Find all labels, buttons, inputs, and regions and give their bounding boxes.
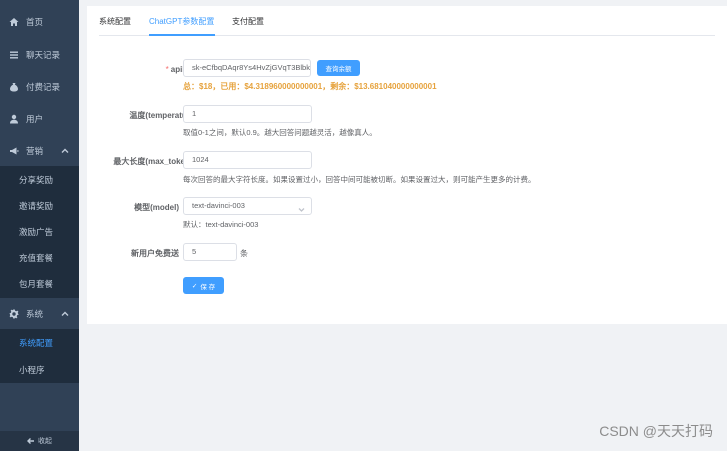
save-button[interactable]: ✓ 保 存	[183, 277, 224, 294]
sidebar-item-label: 聊天记录	[26, 50, 61, 60]
sidebar-item-label: 付费记录	[26, 82, 61, 92]
tab-chatgpt-params[interactable]: ChatGPT参数配置	[149, 16, 214, 27]
sidebar-item-label: 营销	[26, 146, 44, 156]
free-label: 新用户免费送	[131, 249, 179, 258]
model-hint: 默认：text-davinci-003	[183, 220, 259, 229]
config-card: 系统配置 ChatGPT参数配置 支付配置 *apiKey sk-eCfbqDA…	[87, 6, 727, 324]
temperature-hint: 取值0-1之间，默认0.9。越大回答问题越灵活，越像真人。	[183, 128, 377, 137]
sidebar-subitem-invite-reward[interactable]: 邀请奖励	[0, 192, 79, 219]
max-tokens-label: 最大长度(max_tokens)	[113, 157, 197, 166]
collapse-button[interactable]: 收起	[0, 431, 79, 451]
sidebar-item-users[interactable]: 用户	[0, 104, 79, 134]
sidebar-item-marketing[interactable]: 营销	[0, 136, 79, 166]
sidebar-item-label: 用户	[26, 114, 44, 124]
sidebar-subitem-share-reward[interactable]: 分享奖励	[0, 166, 79, 193]
chevron-down-icon	[298, 203, 305, 212]
max-tokens-hint: 每次回答的最大字符长度。如果设置过小，回答中间可能被切断。如果设置过大，则可能产…	[183, 175, 536, 184]
sidebar-item-chat-records[interactable]: 聊天记录	[0, 40, 79, 70]
temperature-label: 温度(temperature)	[129, 111, 197, 120]
user-icon	[9, 114, 19, 124]
list-icon	[9, 50, 19, 60]
sidebar-item-label: 首页	[26, 17, 44, 27]
save-label: 保 存	[200, 283, 216, 291]
money-bag-icon	[9, 82, 19, 92]
model-select[interactable]: text-davinci-003	[183, 197, 312, 215]
sidebar-item-home[interactable]: 首页	[0, 7, 79, 37]
active-tab-indicator	[149, 34, 215, 36]
query-balance-button[interactable]: 查询余额	[317, 60, 360, 76]
model-select-value: text-davinci-003	[192, 201, 245, 210]
home-icon	[9, 17, 19, 27]
apikey-label: *apiKey	[165, 65, 197, 74]
sidebar-subitem-recharge-package[interactable]: 充值套餐	[0, 244, 79, 271]
sidebar-item-payment-records[interactable]: 付费记录	[0, 72, 79, 102]
tab-payment-config[interactable]: 支付配置	[232, 16, 264, 27]
apikey-input[interactable]: sk-eCfbqDAqr8Ys4HvZjGVqT3BlbkFJ	[183, 59, 311, 77]
arrow-left-icon	[27, 438, 34, 444]
sidebar-subitem-incentive-ads[interactable]: 激励广告	[0, 218, 79, 245]
chevron-up-icon	[61, 310, 69, 318]
gear-icon	[9, 309, 19, 319]
sidebar-subitem-monthly-package[interactable]: 包月套餐	[0, 270, 79, 297]
tab-bar: 系统配置 ChatGPT参数配置 支付配置	[99, 6, 715, 36]
temperature-input[interactable]: 1	[183, 105, 312, 123]
free-unit: 条	[240, 249, 248, 258]
max-tokens-input[interactable]: 1024	[183, 151, 312, 169]
tab-system-config[interactable]: 系统配置	[99, 16, 131, 27]
sidebar: 首页 聊天记录 付费记录 用户 营销 分享奖励 邀请奖励 激励广告 充值套餐 包…	[0, 0, 79, 451]
marketing-icon	[9, 146, 19, 156]
collapse-label: 收起	[38, 438, 52, 445]
sidebar-item-system[interactable]: 系统	[0, 299, 79, 329]
balance-text: 总：$18，已用：$4.318960000000001，剩余：$13.68104…	[183, 82, 437, 91]
sidebar-item-label: 系统	[26, 309, 44, 319]
free-count-input[interactable]: 5	[183, 243, 237, 261]
check-icon: ✓	[191, 282, 198, 290]
sidebar-subitem-mini-program[interactable]: 小程序	[0, 356, 79, 383]
model-label: 模型(model)	[134, 203, 179, 212]
chevron-up-icon	[61, 147, 69, 155]
sidebar-subitem-system-config[interactable]: 系统配置	[0, 329, 79, 356]
watermark: CSDN @天天打码	[599, 423, 713, 439]
